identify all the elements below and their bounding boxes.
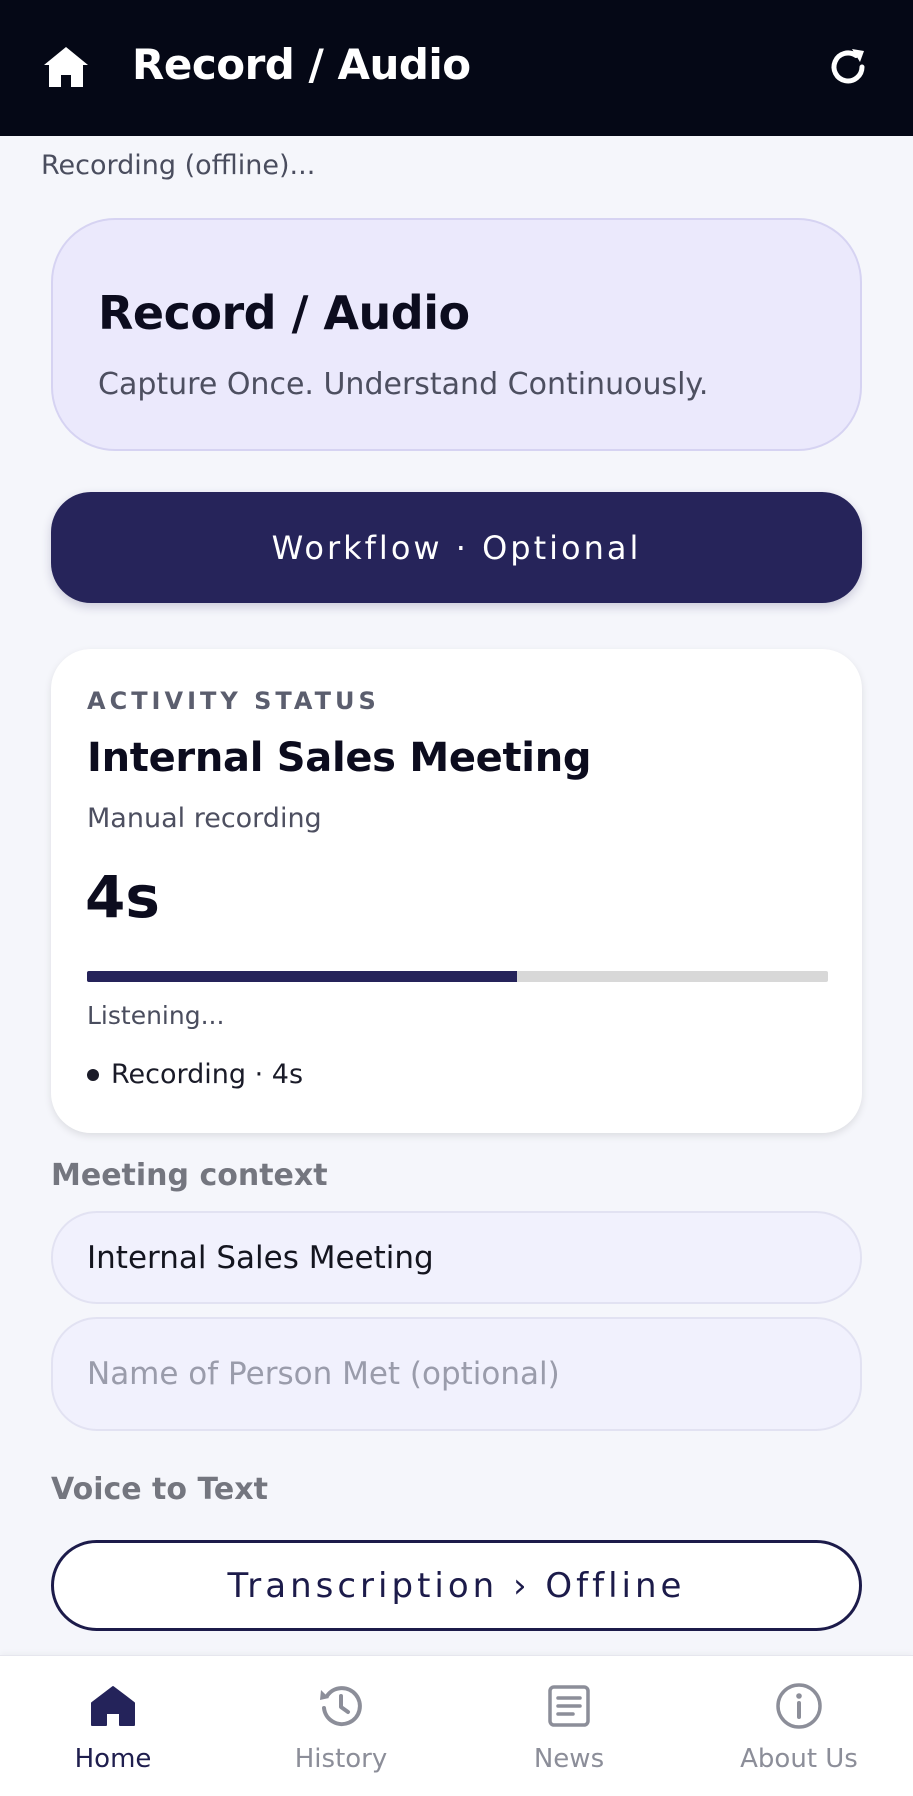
hero-subtitle: Capture Once. Understand Continuously. [98, 367, 709, 402]
nav-label-home: Home [74, 1744, 152, 1774]
meeting-context-label: Meeting context [51, 1158, 328, 1193]
refresh-button[interactable] [823, 42, 873, 92]
recording-timer: 4s [85, 863, 160, 931]
refresh-icon [831, 49, 865, 84]
voice-to-text-label: Voice to Text [51, 1472, 268, 1507]
nav-item-news[interactable]: News [469, 1656, 669, 1796]
activity-title: Internal Sales Meeting [87, 735, 592, 781]
recording-progress-fill [87, 971, 517, 982]
hero-title: Record / Audio [98, 286, 470, 340]
nav-label-about-us: About Us [740, 1744, 858, 1774]
home-icon [44, 47, 88, 87]
nav-label-news: News [533, 1744, 605, 1774]
nav-item-home[interactable]: Home [13, 1656, 213, 1796]
news-icon [548, 1685, 590, 1727]
activity-subtitle: Manual recording [87, 803, 322, 834]
recording-status-text: Recording (offline)... [41, 150, 316, 181]
recording-dot-icon [87, 1068, 99, 1081]
top-app-bar: Record / Audio [0, 0, 913, 136]
recording-indicator: Recording · 4s [87, 1059, 303, 1090]
info-icon [776, 1683, 822, 1729]
person-met-input[interactable] [51, 1317, 862, 1431]
recording-indicator-label: Recording · 4s [111, 1059, 304, 1090]
hero-card: Record / Audio Capture Once. Understand … [51, 218, 862, 451]
meeting-name-input[interactable] [51, 1211, 862, 1304]
nav-item-about-us[interactable]: About Us [699, 1656, 899, 1796]
nav-item-history[interactable]: History [241, 1656, 441, 1796]
workflow-optional-button[interactable]: Workflow · Optional [51, 492, 862, 603]
history-icon [320, 1686, 362, 1727]
nav-label-history: History [294, 1744, 388, 1774]
listening-text: Listening... [87, 1001, 225, 1030]
recording-progress-bar [87, 971, 828, 982]
transcription-offline-button[interactable]: Transcription › Offline [51, 1540, 862, 1631]
bottom-navigation: Home History News About Us [0, 1655, 913, 1796]
activity-status-eyebrow: ACTIVITY STATUS [87, 687, 380, 715]
home-button[interactable] [40, 42, 92, 92]
home-icon [91, 1686, 135, 1726]
activity-status-card: ACTIVITY STATUS Internal Sales Meeting M… [51, 649, 862, 1133]
page-title: Record / Audio [132, 40, 471, 89]
